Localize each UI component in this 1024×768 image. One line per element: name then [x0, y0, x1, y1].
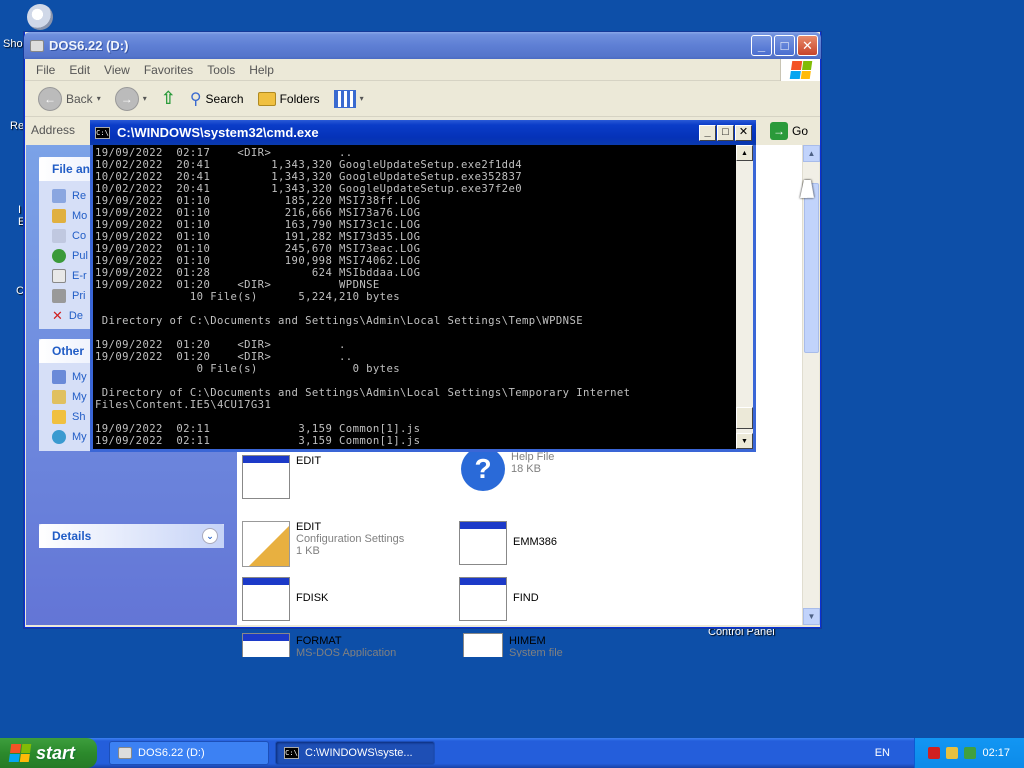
forward-button[interactable]: → ▾	[110, 86, 152, 111]
copy-icon	[52, 229, 66, 243]
cmd-icon: C:\	[284, 747, 299, 759]
dos-app-icon	[242, 455, 290, 499]
start-button[interactable]: start	[0, 738, 97, 768]
desktop-label-c[interactable]: C	[16, 285, 24, 297]
menu-favorites[interactable]: Favorites	[137, 63, 200, 77]
back-button[interactable]: ← Back ▾	[33, 86, 106, 111]
views-icon	[333, 89, 356, 108]
cmd-maximize-button[interactable]: □	[717, 124, 734, 141]
explorer-title: DOS6.22 (D:)	[49, 38, 129, 53]
dos-app-icon	[459, 521, 507, 565]
chevron-down-icon[interactable]: ▾	[143, 94, 147, 103]
chevron-down-icon[interactable]: ⌄	[202, 528, 218, 544]
explorer-titlebar[interactable]: DOS6.22 (D:) _ □ ✕	[24, 32, 821, 59]
taskbar-item-cmd[interactable]: C:\ C:\WINDOWS\syste...	[275, 741, 435, 765]
network-icon	[52, 430, 66, 444]
scroll-up-icon[interactable]: ▲	[803, 145, 820, 162]
computer-icon	[52, 370, 66, 384]
printer-icon	[52, 289, 66, 303]
maximize-button[interactable]: □	[774, 35, 795, 56]
cmd-icon: C:\	[95, 126, 110, 139]
cmd-console[interactable]: 19/09/2022 02:17 <DIR> .. 10/02/2022 20:…	[93, 145, 736, 449]
scroll-up-icon[interactable]: ▲	[736, 145, 753, 161]
scroll-thumb[interactable]	[736, 407, 753, 429]
cmd-minimize-button[interactable]: _	[699, 124, 716, 141]
menu-edit[interactable]: Edit	[62, 63, 97, 77]
forward-arrow-icon: →	[114, 86, 139, 111]
globe-icon	[52, 249, 66, 263]
email-icon	[52, 269, 66, 283]
dos-app-icon	[242, 633, 290, 657]
menu-view[interactable]: View	[97, 63, 137, 77]
go-arrow-icon: →	[769, 122, 788, 140]
toolbar: ← Back ▾ → ▾ ⇧ ⚲ Search Folders ▾	[25, 81, 820, 117]
safely-remove-icon[interactable]	[964, 747, 977, 759]
dos-app-icon	[242, 577, 290, 621]
details-title[interactable]: Details ⌄	[39, 524, 224, 548]
scroll-down-icon[interactable]: ▼	[736, 433, 753, 449]
rename-icon	[52, 189, 66, 203]
chevron-down-icon[interactable]: ▾	[97, 94, 101, 103]
help-icon: ?	[461, 447, 505, 491]
views-button[interactable]: ▾	[329, 89, 369, 108]
back-arrow-icon: ←	[38, 86, 62, 111]
network-icon[interactable]	[946, 747, 959, 759]
file-item-emm386[interactable]: EMM386	[459, 521, 557, 565]
file-item-format[interactable]: FORMAT MS-DOS Application	[242, 633, 396, 657]
cmd-title: C:\WINDOWS\system32\cmd.exe	[117, 125, 319, 140]
folders-button[interactable]: Folders	[253, 91, 325, 106]
cmd-window: C:\ C:\WINDOWS\system32\cmd.exe _ □ ✕ 19…	[90, 120, 756, 452]
desktop-label-i[interactable]: I	[18, 204, 21, 216]
taskbar: start DOS6.22 (D:) C:\ C:\WINDOWS\syste.…	[0, 738, 1024, 768]
file-item-edit-config[interactable]: EDIT Configuration Settings 1 KB	[242, 521, 404, 567]
folder-icon	[257, 91, 276, 106]
go-button[interactable]: → Go	[769, 122, 808, 140]
menu-tools[interactable]: Tools	[200, 63, 242, 77]
security-shield-icon[interactable]	[928, 747, 941, 759]
search-icon: ⚲	[189, 90, 202, 108]
move-icon	[52, 209, 66, 223]
details-panel: Details ⌄	[39, 524, 224, 548]
file-item-edit-exe[interactable]: EDIT	[242, 455, 321, 499]
menubar: File Edit View Favorites Tools Help	[25, 59, 820, 81]
file-list-scrollbar[interactable]: ▲ ▼	[802, 145, 820, 625]
file-item-help[interactable]: ? Help File 18 KB	[461, 447, 554, 491]
desktop-label-sho[interactable]: Sho	[3, 38, 23, 50]
cmd-scrollbar[interactable]: ▲ ▼	[736, 145, 753, 449]
cmd-output: 19/09/2022 02:17 <DIR> .. 10/02/2022 20:…	[95, 147, 631, 447]
menu-file[interactable]: File	[29, 63, 62, 77]
dos-app-icon	[459, 577, 507, 621]
documents-icon	[52, 390, 66, 404]
up-arrow-icon: ⇧	[160, 88, 176, 108]
menu-help[interactable]: Help	[242, 63, 281, 77]
delete-icon: ✕	[52, 308, 63, 323]
taskbar-item-explorer[interactable]: DOS6.22 (D:)	[109, 741, 269, 765]
close-button[interactable]: ✕	[797, 35, 818, 56]
scroll-thumb[interactable]	[804, 183, 819, 353]
system-tray: 02:17	[914, 738, 1024, 768]
file-item-himem[interactable]: HIMEM System file	[463, 633, 563, 657]
scroll-down-icon[interactable]: ▼	[803, 608, 820, 625]
file-item-fdisk[interactable]: FDISK	[242, 577, 328, 621]
language-indicator[interactable]: EN	[875, 747, 890, 759]
system-file-icon	[463, 633, 503, 657]
desktop-label-re[interactable]: Re	[10, 120, 24, 132]
desktop-shortcut-icon[interactable]	[27, 4, 53, 30]
minimize-button[interactable]: _	[751, 35, 772, 56]
cmd-titlebar[interactable]: C:\ C:\WINDOWS\system32\cmd.exe _ □ ✕	[90, 120, 756, 145]
windows-logo-icon	[780, 59, 820, 81]
cmd-close-button[interactable]: ✕	[735, 124, 752, 141]
shared-folder-icon	[52, 410, 66, 424]
config-settings-icon	[242, 521, 290, 567]
address-label: Address	[31, 122, 76, 137]
file-item-find[interactable]: FIND	[459, 577, 539, 621]
windows-logo-icon	[8, 744, 32, 762]
drive-icon	[30, 39, 44, 52]
up-folder-button[interactable]: ⇧	[156, 88, 181, 109]
search-button[interactable]: ⚲ Search	[185, 89, 249, 109]
drive-icon	[118, 747, 132, 759]
clock: 02:17	[982, 747, 1010, 759]
